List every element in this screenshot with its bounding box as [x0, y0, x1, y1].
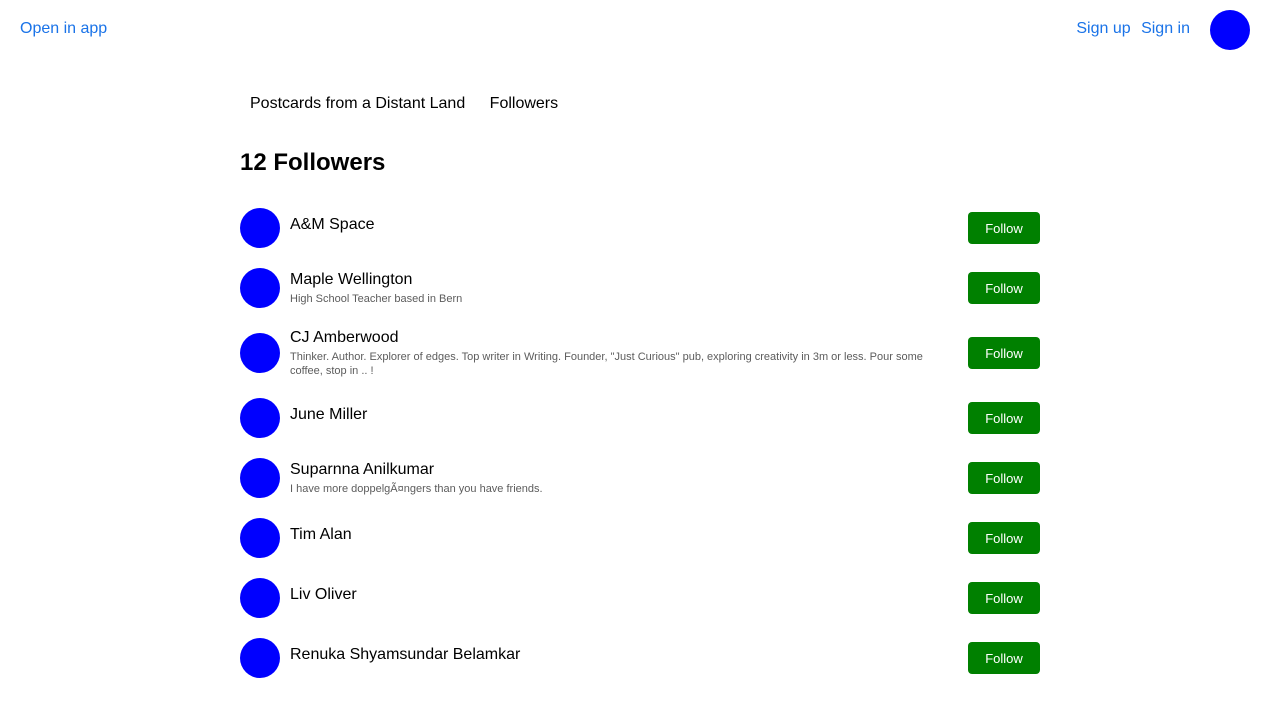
- publication-link[interactable]: Postcards from a Distant Land: [250, 95, 465, 112]
- follow-button[interactable]: Follow: [968, 582, 1040, 614]
- follower-info: Liv Oliver: [290, 585, 958, 605]
- avatar[interactable]: [240, 518, 280, 558]
- list-item: Renuka Shyamsundar Belamkar Follow: [240, 628, 1040, 688]
- list-item: June Miller Follow: [240, 388, 1040, 448]
- list-item: Tim Alan Follow: [240, 508, 1040, 568]
- follower-name[interactable]: Maple Wellington: [290, 270, 958, 290]
- top-bar: Open in app Sign up Sign in: [0, 0, 1280, 60]
- avatar[interactable]: [240, 458, 280, 498]
- list-item: A&M Space Follow: [240, 198, 1040, 258]
- followers-tab[interactable]: Followers: [490, 95, 558, 112]
- follower-info: Renuka Shyamsundar Belamkar: [290, 645, 958, 665]
- follower-name[interactable]: CJ Amberwood: [290, 328, 958, 348]
- follower-name[interactable]: Suparnna Anilkumar: [290, 460, 958, 480]
- follow-button[interactable]: Follow: [968, 212, 1040, 244]
- user-avatar[interactable]: [1210, 10, 1250, 50]
- auth-links: Sign up Sign in: [1070, 19, 1190, 39]
- follower-name[interactable]: Liv Oliver: [290, 585, 958, 605]
- sign-in-link[interactable]: Sign in: [1141, 20, 1190, 37]
- list-item: Liv Oliver Follow: [240, 568, 1040, 628]
- follower-info: CJ Amberwood Thinker. Author. Explorer o…: [290, 328, 958, 378]
- list-item: Maple Wellington High School Teacher bas…: [240, 258, 1040, 318]
- follow-button[interactable]: Follow: [968, 272, 1040, 304]
- follower-info: A&M Space: [290, 215, 958, 235]
- avatar[interactable]: [240, 398, 280, 438]
- breadcrumb: Postcards from a Distant Land Followers: [250, 94, 578, 114]
- avatar[interactable]: [240, 268, 280, 308]
- avatar[interactable]: [240, 208, 280, 248]
- follower-name[interactable]: Tim Alan: [290, 525, 958, 545]
- follow-button[interactable]: Follow: [968, 522, 1040, 554]
- sign-up-link[interactable]: Sign up: [1076, 20, 1130, 37]
- followers-list: A&M Space Follow Maple Wellington High S…: [240, 198, 1040, 688]
- follower-info: June Miller: [290, 405, 958, 425]
- follower-bio: Thinker. Author. Explorer of edges. Top …: [290, 351, 923, 377]
- follower-info: Maple Wellington High School Teacher bas…: [290, 270, 958, 306]
- follow-button[interactable]: Follow: [968, 642, 1040, 674]
- follow-button[interactable]: Follow: [968, 402, 1040, 434]
- follower-info: Suparnna Anilkumar I have more doppelgÃ¤…: [290, 460, 958, 496]
- page-title: 12 Followers: [240, 149, 386, 176]
- list-item: Suparnna Anilkumar I have more doppelgÃ¤…: [240, 448, 1040, 508]
- open-in-app-link[interactable]: Open in app: [20, 19, 107, 39]
- follower-name[interactable]: June Miller: [290, 405, 958, 425]
- follower-name[interactable]: Renuka Shyamsundar Belamkar: [290, 645, 958, 665]
- follow-button[interactable]: Follow: [968, 337, 1040, 369]
- follower-bio: I have more doppelgÃ¤ngers than you have…: [290, 483, 543, 495]
- avatar[interactable]: [240, 578, 280, 618]
- follower-bio: High School Teacher based in Bern: [290, 293, 463, 305]
- avatar[interactable]: [240, 333, 280, 373]
- follower-info: Tim Alan: [290, 525, 958, 545]
- follower-name[interactable]: A&M Space: [290, 215, 958, 235]
- list-item: CJ Amberwood Thinker. Author. Explorer o…: [240, 318, 1040, 388]
- follow-button[interactable]: Follow: [968, 462, 1040, 494]
- avatar[interactable]: [240, 638, 280, 678]
